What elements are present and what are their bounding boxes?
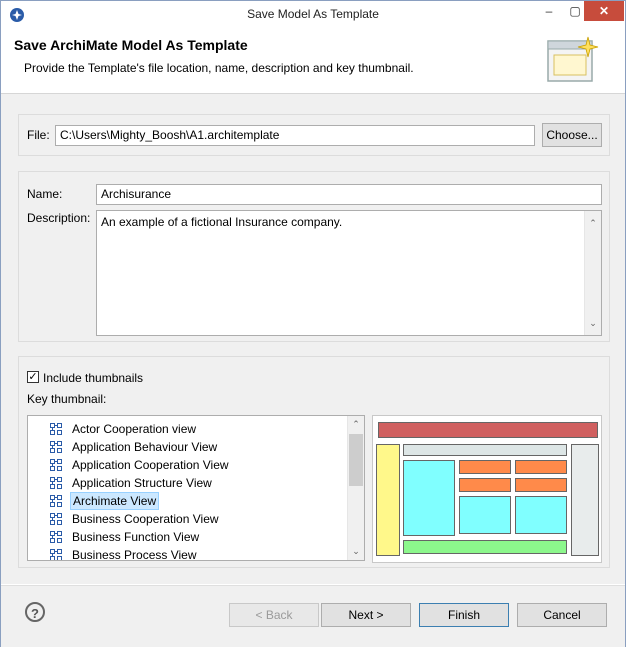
wizard-description: Provide the Template's file location, na… (24, 61, 414, 75)
minimize-button[interactable]: ‒ (535, 1, 563, 21)
preview-orange-4 (515, 478, 567, 492)
thumbnail-preview (372, 415, 602, 563)
preview-cyan-left (403, 460, 455, 536)
file-group: File: C:\Users\Mighty_Boosh\A1.architemp… (18, 114, 610, 156)
cancel-button[interactable]: Cancel (517, 603, 607, 627)
wizard-footer: ? < Back Next > Finish Cancel (1, 585, 625, 647)
dialog-window: Save Model As Template ‒ ▢ ✕ Save ArchiM… (0, 0, 626, 647)
next-button[interactable]: Next > (321, 603, 411, 627)
diagram-view-icon (50, 549, 62, 560)
scroll-up-icon[interactable]: ⌃ (348, 419, 364, 430)
scroll-thumb[interactable] (349, 434, 363, 486)
view-list-item-label: Business Process View (72, 548, 197, 561)
diagram-view-icon (50, 513, 62, 525)
file-path-input[interactable]: C:\Users\Mighty_Boosh\A1.architemplate (55, 125, 535, 146)
view-list-item-label: Application Structure View (72, 476, 212, 490)
diagram-view-icon (50, 459, 62, 471)
view-list-item-label: Application Cooperation View (72, 458, 229, 472)
description-label: Description: (27, 211, 91, 225)
preview-orange-1 (459, 460, 511, 474)
template-wizard-icon (547, 36, 599, 82)
preview-cyan-mid (459, 496, 511, 534)
preview-banner (378, 422, 598, 438)
wizard-content: File: C:\Users\Mighty_Boosh\A1.architemp… (1, 94, 625, 584)
view-list[interactable]: Actor Cooperation view Application Behavi… (27, 415, 365, 561)
title-bar: Save Model As Template ‒ ▢ ✕ (1, 1, 625, 29)
preview-green-bar (403, 540, 567, 554)
preview-orange-3 (459, 478, 511, 492)
diagram-view-icon (50, 531, 62, 543)
description-scrollbar[interactable]: ⌃ ⌄ (584, 211, 601, 335)
scroll-up-icon[interactable]: ⌃ (585, 214, 601, 232)
preview-right-panel (571, 444, 599, 556)
diagram-view-icon (50, 441, 62, 453)
scroll-down-icon[interactable]: ⌄ (348, 546, 364, 557)
diagram-view-icon (50, 423, 62, 435)
description-text: An example of a fictional Insurance comp… (101, 215, 343, 229)
help-icon[interactable]: ? (25, 602, 45, 622)
key-thumbnail-label: Key thumbnail: (27, 392, 107, 406)
window-title: Save Model As Template (247, 7, 379, 21)
description-textarea[interactable]: An example of a fictional Insurance comp… (96, 210, 602, 336)
finish-button[interactable]: Finish (419, 603, 509, 627)
wizard-title: Save ArchiMate Model As Template (14, 37, 248, 53)
diagram-view-icon (50, 495, 62, 507)
name-input[interactable]: Archisurance (96, 184, 602, 205)
preview-left-column (376, 444, 400, 556)
thumbnail-group: ✓ Include thumbnails Key thumbnail: Acto… (18, 356, 610, 568)
preview-cyan-right (515, 496, 567, 534)
choose-button[interactable]: Choose... (542, 123, 602, 147)
view-list-item-label: Business Function View (72, 530, 200, 544)
details-group: Name: Archisurance Description: An examp… (18, 171, 610, 342)
preview-orange-2 (515, 460, 567, 474)
view-list-item-label: Application Behaviour View (72, 440, 218, 454)
back-button[interactable]: < Back (229, 603, 319, 627)
name-label: Name: (27, 187, 63, 201)
view-list-scrollbar[interactable]: ⌃ ⌄ (347, 416, 364, 560)
wizard-header: Save ArchiMate Model As Template Provide… (1, 29, 625, 94)
include-thumbnails-label: Include thumbnails (43, 371, 144, 385)
file-label: File: (27, 128, 50, 142)
preview-top-bar (403, 444, 567, 456)
scroll-down-icon[interactable]: ⌄ (585, 314, 601, 332)
view-list-item-label: Archimate View (70, 492, 160, 510)
diagram-view-icon (50, 477, 62, 489)
close-button[interactable]: ✕ (584, 1, 624, 21)
include-thumbnails-checkbox[interactable]: ✓ (27, 371, 39, 383)
view-list-item-label: Business Cooperation View (72, 512, 219, 526)
view-list-item-label: Actor Cooperation view (72, 422, 197, 436)
